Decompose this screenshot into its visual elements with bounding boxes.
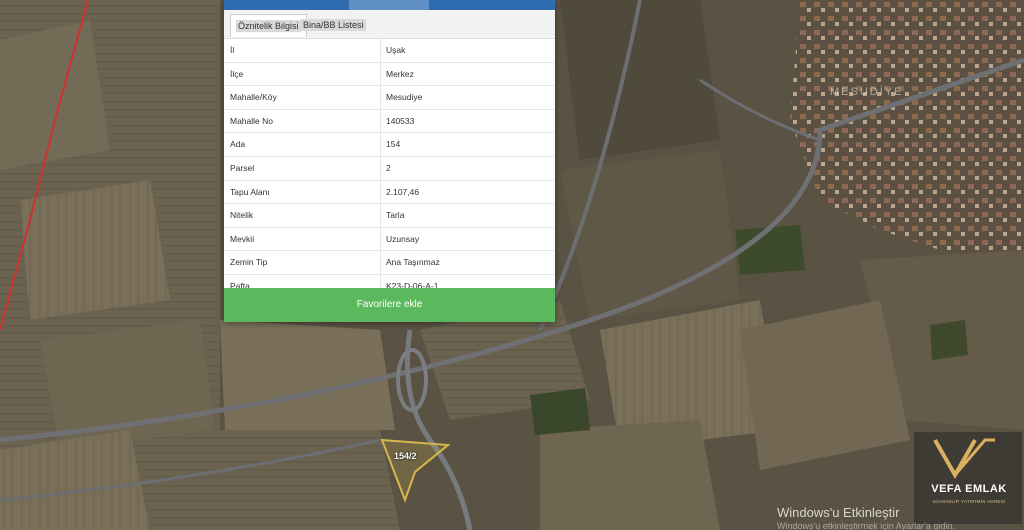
add-to-favorites-button[interactable]: Favorilere ekle xyxy=(224,288,555,322)
table-row: Nitelik Tarla xyxy=(224,204,555,228)
table-row: Tapu Alanı 2.107,46 xyxy=(224,180,555,205)
table-row: İlçe Merkez xyxy=(224,62,555,87)
table-row: İl Uşak xyxy=(224,39,555,63)
table-row: Mahalle No 140533 xyxy=(224,109,555,134)
brand-logo-text: VEFA EMLAK xyxy=(931,483,1007,495)
brand-tagline: GÜVENİLİR YATIRIMIN ADRESİ xyxy=(932,499,1006,504)
windows-activation-title: Windows'u Etkinleştir xyxy=(777,505,900,520)
panel-header-bar xyxy=(224,0,555,10)
table-row: Zemin Tip Ana Taşınmaz xyxy=(224,251,555,275)
table-row: Mahalle/Köy Mesudiye xyxy=(224,86,555,110)
table-row: Ada 154 xyxy=(224,133,555,157)
table-row: Parsel 2 xyxy=(224,156,555,181)
parcel-label[interactable]: 154/2 xyxy=(394,451,417,461)
table-row: Mevkii Uzunsay xyxy=(224,227,555,252)
parcel-info-panel: Öznitelik Bilgisi Bina/BB Listesi İl Uşak… xyxy=(224,0,555,322)
tab-building-list[interactable]: Bina/BB Listesi xyxy=(296,14,371,36)
village-map-label: MESUDİYE xyxy=(830,86,904,98)
attribute-table: İl Uşak İlçe Merkez Mahalle/Köy Mesudiye Ma… xyxy=(224,39,555,299)
windows-activation-subtitle: Windows'u etkinleştirmek için Ayarlar'a … xyxy=(777,521,955,530)
panel-tabs: Öznitelik Bilgisi Bina/BB Listesi xyxy=(224,10,555,39)
